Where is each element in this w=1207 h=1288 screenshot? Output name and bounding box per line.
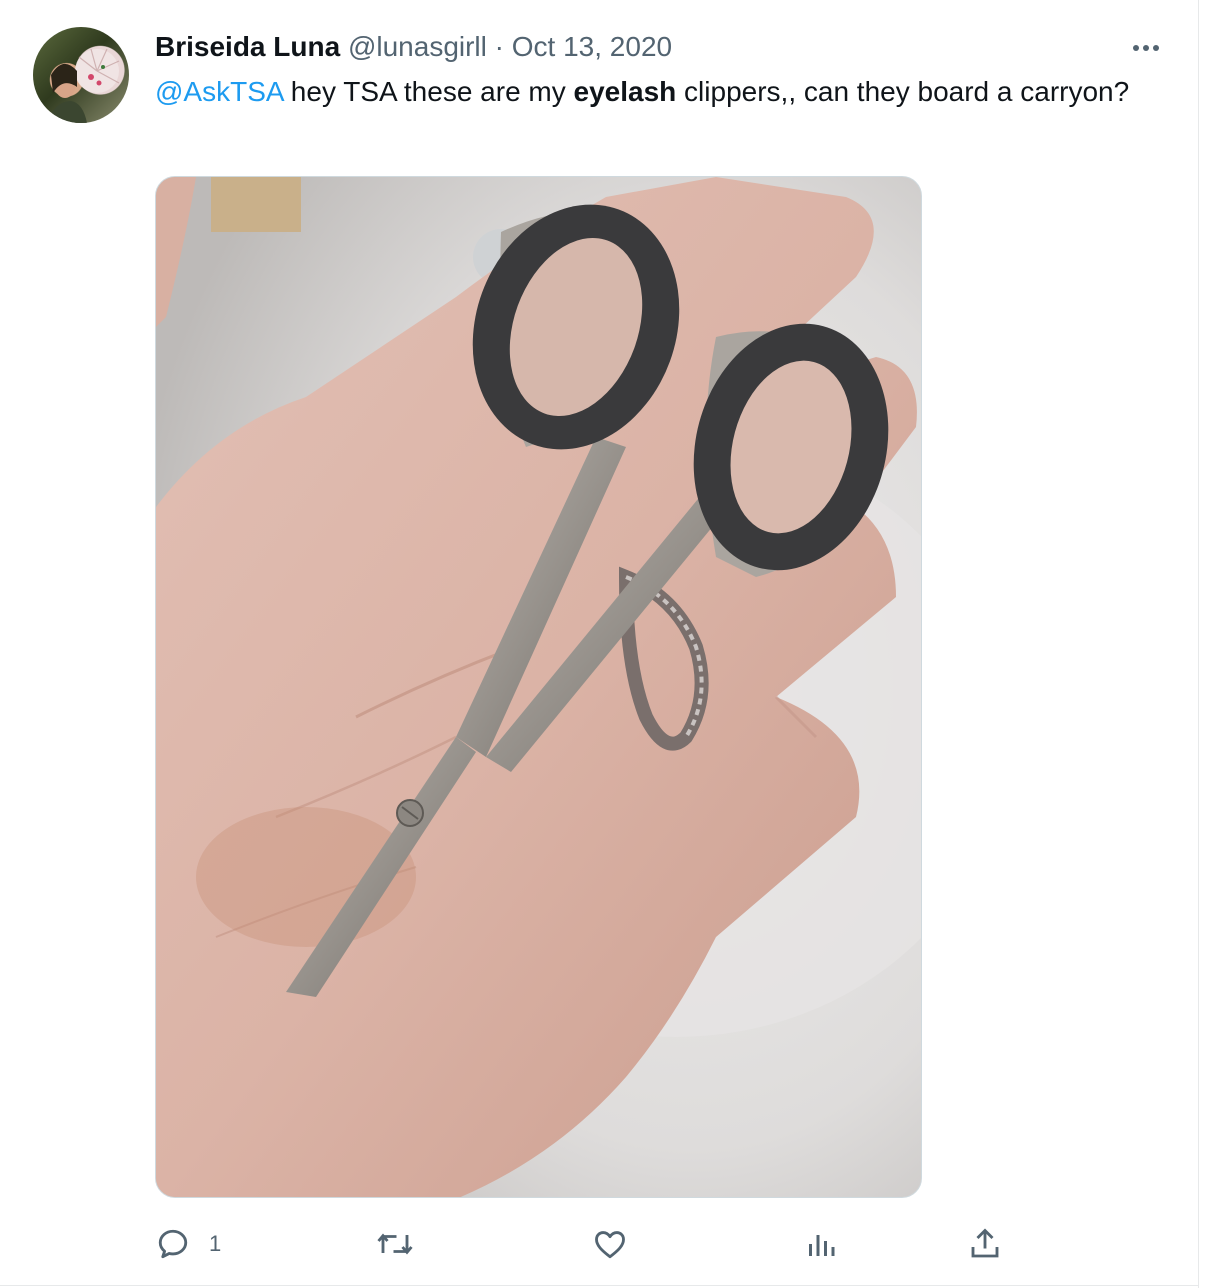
tweet-photo[interactable] [155,176,922,1198]
author-name[interactable]: Briseida Luna [155,31,340,62]
retweet-button[interactable] [375,1224,415,1264]
views-button[interactable] [803,1224,839,1264]
tweet-text-part2: clippers,, can they board a carryon? [676,76,1130,107]
tweet-header: Briseida Luna @lunasgirll · Oct 13, 2020 [155,30,672,64]
views-icon [809,1235,835,1256]
share-button[interactable] [967,1224,1003,1264]
reply-count: 1 [209,1231,222,1256]
tweet-text-part1: hey TSA these are my [283,76,574,107]
share-icon [971,1228,999,1258]
retweet-icon [377,1233,413,1255]
heart-icon [595,1231,625,1259]
reply-icon [158,1229,188,1259]
tweet-date[interactable]: Oct 13, 2020 [512,31,672,62]
tweet-text-bold: eyelash [573,76,677,107]
like-button[interactable] [592,1224,628,1264]
mention-link[interactable]: @AskTSA [155,76,283,107]
separator-dot: · [494,31,504,62]
more-dots-icon[interactable] [1128,36,1164,60]
avatar[interactable] [33,27,129,123]
action-bar: 1 [155,1224,1035,1264]
frame-right-border [1198,0,1199,1288]
tweet-text: @AskTSA hey TSA these are my eyelash cli… [155,72,1155,112]
author-handle[interactable]: @lunasgirll [348,31,487,62]
frame-bottom-border [0,1285,1199,1286]
reply-button[interactable]: 1 [155,1224,221,1264]
